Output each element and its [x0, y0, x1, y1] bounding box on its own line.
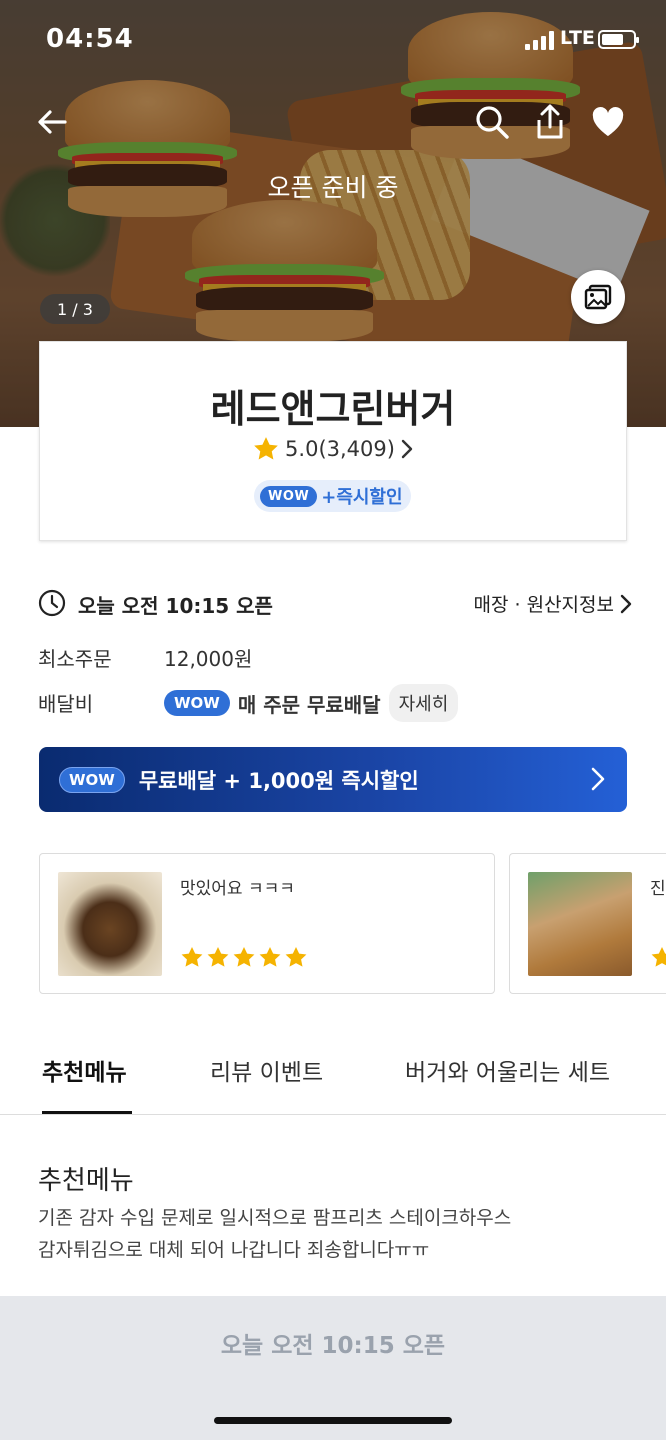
- tab-underline: [42, 1111, 132, 1114]
- search-button[interactable]: [472, 102, 512, 142]
- delivery-fee-label: 배달비: [38, 692, 94, 716]
- store-card: 레드앤그린버거 5.0(3,409) WOW +즉시할인: [39, 341, 627, 541]
- star-icon: [207, 946, 229, 967]
- banner-text: 무료배달 + 1,000원 즉시할인: [138, 768, 419, 793]
- wow-badge: WOW: [164, 690, 230, 716]
- gallery-button[interactable]: [571, 270, 625, 324]
- review-card[interactable]: 맛있어요 ㅋㅋㅋ: [39, 853, 495, 994]
- wow-badge: WOW: [260, 485, 318, 507]
- star-icon: [285, 946, 307, 967]
- section-notice: 기존 감자 수입 문제로 일시적으로 팜프리츠 스테이크하우스 감자튀김으로 대…: [38, 1202, 638, 1266]
- delivery-detail-button[interactable]: 자세히: [388, 684, 459, 722]
- section-title: 추천메뉴: [38, 1166, 134, 1196]
- share-icon: [537, 104, 563, 139]
- signal-icon: [525, 30, 555, 50]
- store-info-label: 매장 · 원산지정보: [473, 594, 614, 616]
- review-stars: [180, 946, 308, 968]
- store-info-link[interactable]: 매장 · 원산지정보: [474, 590, 632, 617]
- heart-icon: [592, 107, 624, 136]
- delivery-fee-value-group: WOW 매 주문 무료배달 자세히: [164, 684, 459, 722]
- store-name: 레드앤그린버거: [210, 387, 456, 431]
- clock-icon: [38, 589, 66, 617]
- notice-line: 기존 감자 수입 문제로 일시적으로 팜프리츠 스테이크하우스: [38, 1207, 512, 1229]
- network-label: LTE: [560, 27, 595, 49]
- order-button-label: 오늘 오전 10:15 오픈: [220, 1333, 446, 1359]
- tab-recommended[interactable]: 추천메뉴: [42, 1053, 127, 1087]
- chevron-right-icon: [620, 594, 632, 613]
- wow-badge: WOW: [59, 766, 125, 793]
- star-icon: [254, 437, 278, 460]
- tab-review-event[interactable]: 리뷰 이벤트: [210, 1053, 323, 1087]
- min-order-value: 12,000원: [164, 647, 253, 671]
- search-icon: [476, 106, 509, 139]
- wow-promo-banner[interactable]: WOW 무료배달 + 1,000원 즉시할인: [39, 747, 627, 812]
- battery-icon: [598, 30, 639, 49]
- back-button[interactable]: [32, 102, 72, 142]
- tab-burger-sets[interactable]: 버거와 어울리는 세트: [405, 1053, 610, 1087]
- open-time: 오늘 오전 10:15 오픈: [78, 594, 273, 618]
- chevron-right-icon: [401, 439, 413, 458]
- status-time: 04:54: [46, 24, 134, 54]
- star-icon: [233, 946, 255, 967]
- favorite-button[interactable]: [588, 102, 628, 142]
- star-icon: [651, 946, 666, 967]
- star-icon: [259, 946, 281, 967]
- rating-link[interactable]: 5.0(3,409): [40, 436, 626, 461]
- star-icon: [181, 946, 203, 967]
- review-text: 맛있어요 ㅋㅋㅋ: [180, 879, 295, 899]
- status-bar: 04:54 LTE: [0, 24, 666, 58]
- gallery-icon: [584, 284, 612, 310]
- share-button[interactable]: [530, 102, 570, 142]
- home-indicator: [214, 1417, 452, 1424]
- review-card[interactable]: 진: [509, 853, 666, 994]
- review-photo: [528, 872, 632, 976]
- review-text: 진: [650, 879, 666, 899]
- wow-discount-badge: WOW +즉시할인: [254, 480, 411, 512]
- rating-value: 5.0(3,409): [285, 436, 395, 461]
- menu-tabs: 추천메뉴 리뷰 이벤트 버거와 어울리는 세트: [0, 1045, 666, 1115]
- review-photo: [58, 872, 162, 976]
- delivery-fee-value: 매 주문 무료배달: [237, 692, 381, 717]
- review-stars: [650, 946, 666, 968]
- notice-line: 감자튀김으로 대체 되어 나갑니다 죄송합니다ㅠㅠ: [38, 1239, 430, 1261]
- store-open-status: 오픈 준비 중: [267, 173, 399, 202]
- wow-promo-text: +즉시할인: [321, 487, 403, 508]
- chevron-right-icon: [591, 767, 605, 791]
- back-arrow-icon: [38, 110, 67, 134]
- min-order-label: 최소주문: [38, 647, 112, 671]
- open-time-row: 오늘 오전 10:15 오픈 매장 · 원산지정보: [38, 588, 632, 618]
- photo-counter: 1 / 3: [40, 294, 110, 324]
